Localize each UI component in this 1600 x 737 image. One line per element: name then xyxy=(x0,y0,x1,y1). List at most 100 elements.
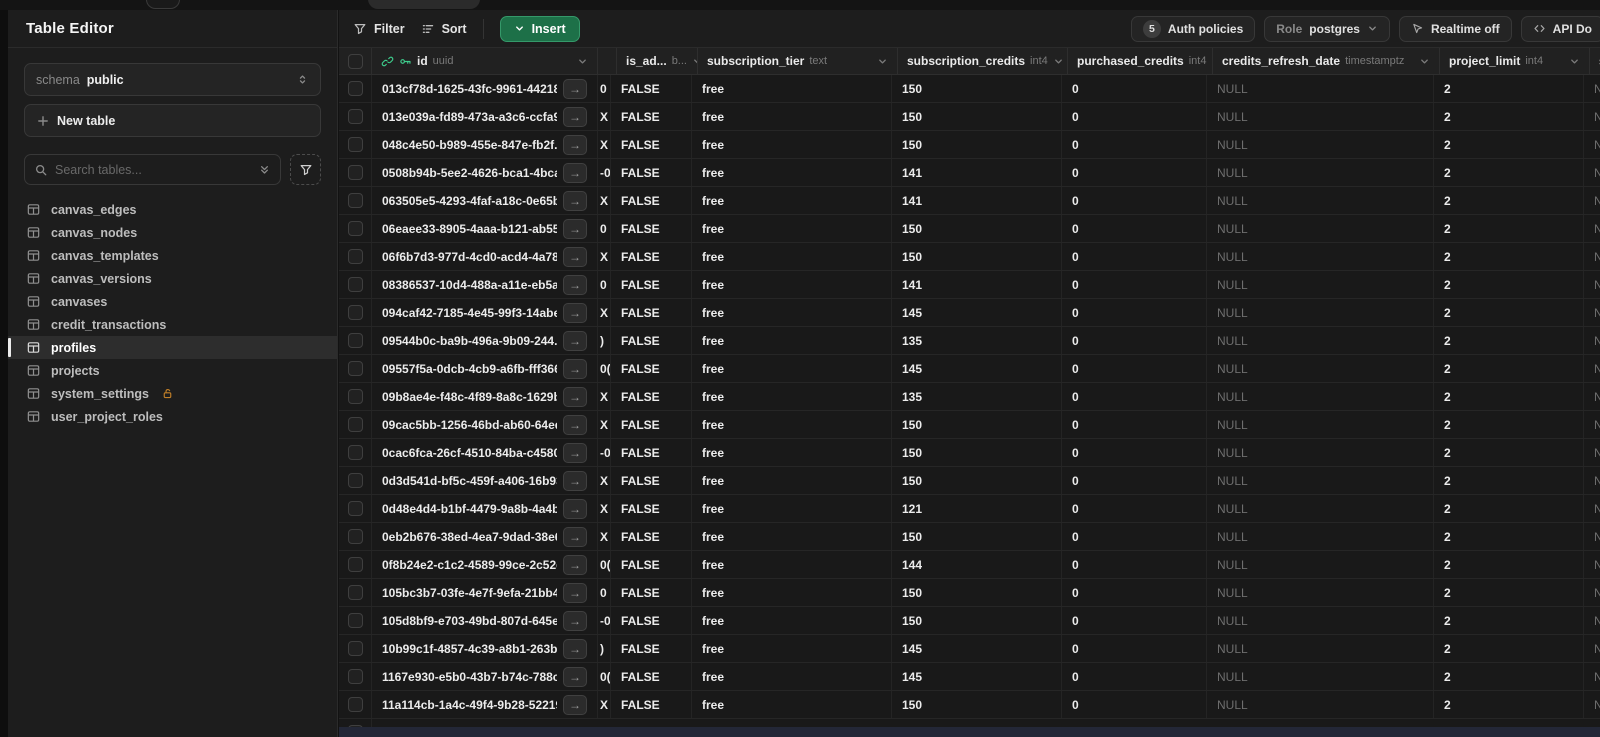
cell-is_admin[interactable]: FALSE xyxy=(611,551,692,578)
cell-sub_credits[interactable]: 145 xyxy=(892,355,1062,382)
cell-id[interactable]: 1167e930-e5b0-43b7-b74c-788c9... → xyxy=(372,663,598,690)
cell-limit[interactable]: 2 xyxy=(1434,187,1584,214)
column-header-id[interactable]: id uuid xyxy=(372,48,598,74)
expand-row-button[interactable]: → xyxy=(563,386,587,407)
cell-id[interactable]: 0d48e4d4-b1bf-4479-9a8b-4a4b... → xyxy=(372,495,598,522)
sort-button[interactable]: Sort xyxy=(421,22,467,36)
cell-clip[interactable]: -0 xyxy=(598,607,611,634)
cell-limit[interactable]: 2 xyxy=(1434,131,1584,158)
cell-purchased[interactable]: 0 xyxy=(1062,75,1207,102)
cell-limit[interactable]: 2 xyxy=(1434,439,1584,466)
auth-policies-button[interactable]: 5 Auth policies xyxy=(1130,15,1256,42)
row-checkbox[interactable] xyxy=(347,249,363,264)
cell-clip[interactable]: 0( xyxy=(598,663,611,690)
cell-is_admin[interactable]: FALSE xyxy=(611,691,692,718)
row-checkbox[interactable] xyxy=(347,137,363,152)
cell-sub_credits[interactable]: 135 xyxy=(892,383,1062,410)
cell-limit[interactable]: 2 xyxy=(1434,103,1584,130)
cell-purchased[interactable]: 0 xyxy=(1062,187,1207,214)
row-checkbox[interactable] xyxy=(347,529,363,544)
cell-limit[interactable]: 2 xyxy=(1434,467,1584,494)
cell-refresh[interactable]: NULL xyxy=(1207,383,1434,410)
cell-last[interactable]: NULL xyxy=(1584,159,1600,186)
cell-id[interactable]: 0cac6fca-26cf-4510-84ba-c4580... → xyxy=(372,439,598,466)
cell-tier[interactable]: free xyxy=(692,243,892,270)
cell-clip[interactable]: X xyxy=(598,299,611,326)
sidebar-item-credit_transactions[interactable]: credit_transactions xyxy=(8,313,337,336)
chevron-down-icon[interactable] xyxy=(1053,56,1064,67)
cell-sub_credits[interactable]: 121 xyxy=(892,495,1062,522)
cell-clip[interactable]: X xyxy=(598,691,611,718)
cell-tier[interactable]: free xyxy=(692,579,892,606)
expand-row-button[interactable]: → xyxy=(563,162,587,183)
cell-limit[interactable]: 2 xyxy=(1434,635,1584,662)
cell-limit[interactable]: 2 xyxy=(1434,383,1584,410)
cell-purchased[interactable]: 0 xyxy=(1062,467,1207,494)
cell-id[interactable]: 06f6b7d3-977d-4cd0-acd4-4a78... → xyxy=(372,243,598,270)
cell-is_admin[interactable]: FALSE xyxy=(611,159,692,186)
cell-clip[interactable]: ) xyxy=(598,327,611,354)
cell-refresh[interactable]: NULL xyxy=(1207,131,1434,158)
cell-clip[interactable]: ) xyxy=(598,635,611,662)
cell-limit[interactable]: 2 xyxy=(1434,215,1584,242)
cell-clip[interactable]: X xyxy=(598,243,611,270)
cell-clip[interactable]: 0( xyxy=(598,551,611,578)
cell-sub_credits[interactable]: 150 xyxy=(892,103,1062,130)
row-checkbox[interactable] xyxy=(347,473,363,488)
expand-row-button[interactable]: → xyxy=(563,582,587,603)
cell-id[interactable]: 11a114cb-1a4c-49f4-9b28-52219ec... → xyxy=(372,691,598,718)
expand-row-button[interactable]: → xyxy=(563,302,587,323)
cell-limit[interactable]: 2 xyxy=(1434,495,1584,522)
cell-last[interactable]: NULL xyxy=(1584,495,1600,522)
expand-row-button[interactable]: → xyxy=(563,414,587,435)
cell-purchased[interactable]: 0 xyxy=(1062,635,1207,662)
cell-clip[interactable]: 0 xyxy=(598,215,611,242)
cell-is_admin[interactable]: FALSE xyxy=(611,131,692,158)
row-checkbox[interactable] xyxy=(347,305,363,320)
cell-limit[interactable]: 2 xyxy=(1434,243,1584,270)
cell-tier[interactable]: free xyxy=(692,103,892,130)
row-checkbox[interactable] xyxy=(347,277,363,292)
cell-tier[interactable]: free xyxy=(692,159,892,186)
row-checkbox[interactable] xyxy=(347,417,363,432)
bottom-scroll-strip[interactable] xyxy=(339,727,1600,737)
cell-sub_credits[interactable]: 141 xyxy=(892,271,1062,298)
cell-last[interactable]: NULL xyxy=(1584,607,1600,634)
cell-sub_credits[interactable]: 145 xyxy=(892,635,1062,662)
search-tables-field[interactable] xyxy=(24,154,281,185)
cell-clip[interactable]: 0 xyxy=(598,579,611,606)
cell-id[interactable]: 09b8ae4e-f48c-4f89-8a8c-1629b... → xyxy=(372,383,598,410)
cell-tier[interactable]: free xyxy=(692,327,892,354)
search-tables-input[interactable] xyxy=(55,162,251,177)
cell-last[interactable]: NULL xyxy=(1584,271,1600,298)
cell-id[interactable]: 094caf42-7185-4e45-99f3-14abee... → xyxy=(372,299,598,326)
insert-button[interactable]: Insert xyxy=(499,15,580,42)
chevron-down-icon[interactable] xyxy=(877,56,888,67)
cell-limit[interactable]: 2 xyxy=(1434,691,1584,718)
cell-is_admin[interactable]: FALSE xyxy=(611,579,692,606)
cell-refresh[interactable]: NULL xyxy=(1207,551,1434,578)
cell-sub_credits[interactable]: 141 xyxy=(892,187,1062,214)
cell-purchased[interactable]: 0 xyxy=(1062,411,1207,438)
row-checkbox[interactable] xyxy=(347,81,363,96)
cell-last[interactable]: NULL xyxy=(1584,215,1600,242)
chevron-down-icon[interactable] xyxy=(1419,56,1430,67)
cell-is_admin[interactable]: FALSE xyxy=(611,103,692,130)
cell-is_admin[interactable]: FALSE xyxy=(611,467,692,494)
cell-refresh[interactable]: NULL xyxy=(1207,607,1434,634)
cell-tier[interactable]: free xyxy=(692,215,892,242)
cell-refresh[interactable]: NULL xyxy=(1207,187,1434,214)
row-checkbox[interactable] xyxy=(347,585,363,600)
cell-is_admin[interactable]: FALSE xyxy=(611,439,692,466)
cell-tier[interactable]: free xyxy=(692,607,892,634)
cell-last[interactable]: NULL xyxy=(1584,243,1600,270)
cell-purchased[interactable]: 0 xyxy=(1062,243,1207,270)
cell-purchased[interactable]: 0 xyxy=(1062,495,1207,522)
cell-limit[interactable]: 2 xyxy=(1434,327,1584,354)
cell-clip[interactable]: X xyxy=(598,495,611,522)
cell-tier[interactable]: free xyxy=(692,383,892,410)
cell-id[interactable]: 09557f5a-0dcb-4cb9-a6fb-fff366... → xyxy=(372,355,598,382)
cell-is_admin[interactable]: FALSE xyxy=(611,607,692,634)
cell-refresh[interactable]: NULL xyxy=(1207,271,1434,298)
cell-refresh[interactable]: NULL xyxy=(1207,327,1434,354)
